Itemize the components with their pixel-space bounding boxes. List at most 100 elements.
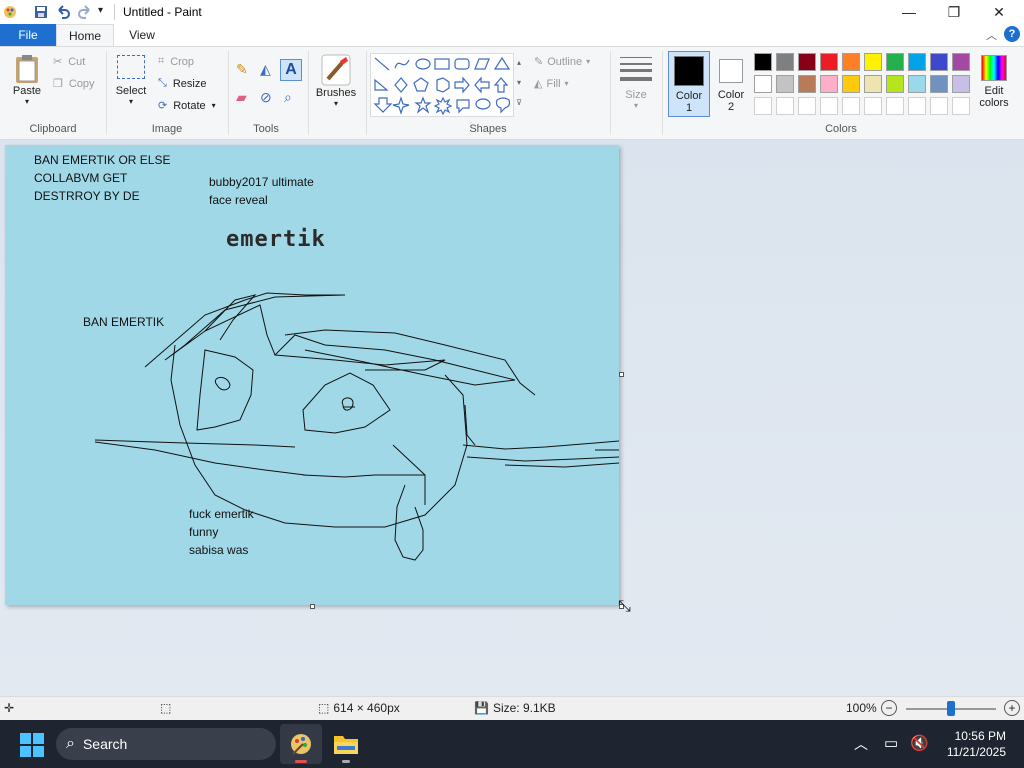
palette-swatch[interactable] — [864, 53, 882, 71]
color-picker-icon[interactable]: ⊘ — [260, 89, 272, 106]
palette-swatch[interactable] — [798, 53, 816, 71]
scissors-icon: ✂ — [53, 56, 63, 68]
palette-swatch[interactable] — [952, 53, 970, 71]
custom-color-slot[interactable] — [886, 97, 904, 115]
select-button[interactable]: Select ▾ — [114, 55, 148, 106]
color2-button[interactable]: Color 2 — [712, 51, 750, 117]
speaker-muted-icon[interactable]: 🔇 — [910, 734, 929, 752]
custom-color-slot[interactable] — [776, 97, 794, 115]
save-icon: 💾 — [474, 701, 489, 715]
divider — [366, 51, 367, 135]
eraser-icon[interactable]: ▰ — [236, 89, 247, 106]
custom-color-slot[interactable] — [952, 97, 970, 115]
taskbar-search[interactable]: ⌕ Search — [56, 728, 276, 760]
magnifier-icon[interactable]: ⌕ — [284, 89, 292, 106]
file-explorer-taskbar-button[interactable] — [326, 724, 366, 764]
chevron-down-icon: ▾ — [211, 101, 216, 110]
tab-file[interactable]: File — [0, 24, 56, 46]
palette-swatch[interactable] — [930, 75, 948, 93]
drawing-canvas[interactable]: BAN EMERTIK OR ELSE COLLABVM GET DESTRRO… — [5, 145, 619, 605]
fill-button[interactable]: ◭ Fill ▾ — [534, 77, 569, 91]
custom-color-slot[interactable] — [930, 97, 948, 115]
palette-swatch[interactable] — [908, 53, 926, 71]
palette-swatch[interactable] — [820, 53, 838, 71]
palette-swatch[interactable] — [908, 75, 926, 93]
custom-color-slot[interactable] — [820, 97, 838, 115]
paint-taskbar-button[interactable] — [280, 724, 322, 764]
custom-color-slot[interactable] — [798, 97, 816, 115]
customize-quick-access-icon[interactable]: ▾ — [98, 5, 114, 21]
crop-button[interactable]: ⌗ Crop — [158, 55, 194, 68]
tab-home[interactable]: Home — [56, 24, 114, 46]
help-icon[interactable]: ? — [1004, 26, 1020, 42]
redo-icon[interactable] — [77, 4, 93, 20]
tab-view[interactable]: View — [118, 24, 166, 46]
palette-swatch[interactable] — [798, 75, 816, 93]
shapes-gallery[interactable] — [370, 53, 514, 117]
palette-swatch[interactable] — [842, 53, 860, 71]
palette-swatch[interactable] — [754, 53, 772, 71]
colors-group-label: Colors — [825, 123, 857, 135]
custom-color-slot[interactable] — [754, 97, 772, 115]
save-icon[interactable] — [33, 4, 49, 20]
windows-start-icon[interactable] — [20, 733, 44, 757]
rotate-button[interactable]: ⟳ Rotate ▾ — [158, 99, 216, 113]
zoom-out-button[interactable]: − — [881, 700, 897, 716]
minimize-button[interactable]: — — [886, 0, 932, 24]
close-button[interactable]: ✕ — [976, 0, 1022, 24]
ribbon: Paste ▾ ✂ Cut ❐ Copy Clipboard Select ▾ ⌗ C… — [0, 46, 1024, 140]
text-tool-icon[interactable]: A — [280, 59, 302, 81]
clock[interactable]: 10:56 PM 11/21/2025 — [947, 728, 1006, 760]
outline-icon: ✎ — [534, 56, 544, 68]
palette-swatch[interactable] — [776, 75, 794, 93]
outline-button[interactable]: ✎ Outline ▾ — [534, 55, 591, 69]
copy-button[interactable]: ❐ Copy — [53, 77, 95, 91]
palette-swatch[interactable] — [930, 53, 948, 71]
fill-label: Fill — [546, 77, 561, 90]
maximize-button[interactable]: ❐ — [931, 0, 977, 24]
palette-swatch[interactable] — [820, 75, 838, 93]
cut-button[interactable]: ✂ Cut — [53, 55, 85, 69]
custom-color-slot[interactable] — [842, 97, 860, 115]
palette-swatch[interactable] — [952, 75, 970, 93]
size-button[interactable]: Size ▾ — [616, 55, 656, 110]
color2-label: Color — [717, 89, 745, 101]
chevron-up-icon[interactable]: ︿ — [854, 734, 868, 754]
edit-colors-button[interactable]: Edit colors — [976, 55, 1012, 109]
brushes-button[interactable]: Brushes ▾ — [313, 53, 359, 108]
palette-swatch[interactable] — [886, 53, 904, 71]
shapes-scroll[interactable]: ▴ ▾ ⊽ — [514, 53, 524, 115]
palette-swatch[interactable] — [754, 75, 772, 93]
paint-app-icon[interactable] — [2, 4, 18, 20]
resize-button[interactable]: ⤡ Resize — [158, 77, 206, 90]
zoom-slider-thumb[interactable] — [947, 701, 955, 716]
shapes-group-label: Shapes — [469, 123, 507, 135]
palette-swatch[interactable] — [886, 75, 904, 93]
resize-handle-right[interactable] — [619, 372, 624, 377]
fill-bucket-icon[interactable]: ◭ — [260, 61, 271, 78]
copy-label: Copy — [68, 77, 95, 90]
chevron-down-icon: ▾ — [564, 79, 569, 88]
palette-swatch[interactable] — [776, 53, 794, 71]
palette-swatch[interactable] — [864, 75, 882, 93]
collapse-ribbon-icon[interactable]: ︿ — [986, 27, 997, 43]
paste-label: Paste — [12, 85, 42, 97]
display-icon[interactable]: ▭ — [884, 734, 898, 752]
color1-button[interactable]: Color 1 — [668, 51, 710, 117]
custom-color-slot[interactable] — [864, 97, 882, 115]
palette-swatch[interactable] — [842, 75, 860, 93]
canvas-dimensions: ⬚ 614 × 460px — [318, 701, 400, 715]
select-label: Select — [115, 85, 147, 97]
custom-color-slot[interactable] — [908, 97, 926, 115]
taskbar: ⌕ Search ︿ ▭ 🔇 10:56 PM 11/21/2025 — [0, 720, 1024, 768]
folder-icon — [334, 736, 358, 754]
zoom-in-button[interactable]: + — [1004, 700, 1020, 716]
pencil-icon[interactable]: ✎ — [236, 61, 248, 78]
resize-handle-bottom[interactable] — [310, 604, 315, 609]
paste-button[interactable]: Paste ▾ — [8, 53, 46, 106]
rotate-icon: ⟳ — [158, 100, 168, 112]
tools-group-label: Tools — [253, 123, 279, 135]
cursor-position-icon: ✛ — [4, 701, 15, 715]
undo-icon[interactable] — [55, 4, 71, 20]
chevron-down-icon: ▾ — [586, 57, 591, 66]
